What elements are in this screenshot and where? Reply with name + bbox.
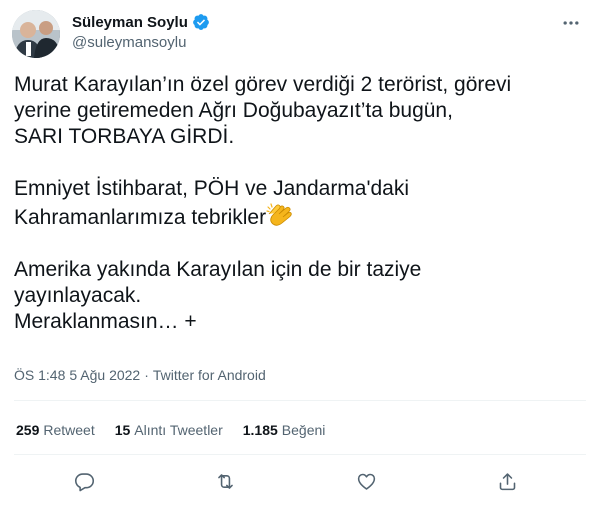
tweet-line: Amerika yakında Karayılan için de bir ta… [14, 258, 422, 281]
avatar[interactable] [12, 10, 60, 58]
retweet-icon [217, 473, 233, 489]
tweet-card: Süleyman Soylu @suleymansoylu Murat Kara… [0, 0, 600, 506]
quotes-label: Alıntı Tweetler [134, 422, 223, 438]
likes-label: Beğeni [281, 422, 326, 438]
tweet-text: Murat Karayılan’ın özel görev verdiği 2 … [14, 72, 574, 335]
likes-stat[interactable]: 1.185 Beğeni [243, 422, 326, 438]
tweet-source-link[interactable]: Twitter for Android [153, 367, 266, 383]
reply-button[interactable] [71, 468, 97, 494]
tweet-line: Meraklanmasın… + [14, 310, 197, 333]
tweet-line: Murat Karayılan’ın özel görev verdiği 2 … [14, 73, 512, 96]
tweet-line-with-emoji: Kahramanlarımıza tebrikler [14, 202, 574, 231]
tweet-meta: ÖS 1:48 5 Ağu 2022 · Twitter for Android [14, 367, 266, 383]
quotes-count: 15 [114, 422, 131, 438]
meta-separator: · [144, 367, 149, 383]
tweet-line: yayınlayacak. [14, 284, 142, 307]
share-icon [499, 472, 515, 490]
tweet-line-text: Kahramanlarımıza tebrikler [14, 206, 267, 229]
like-icon [357, 473, 375, 490]
like-button[interactable] [353, 468, 379, 494]
user-handle[interactable]: @suleymansoylu [72, 34, 210, 51]
retweets-stat[interactable]: 259 Retweet [16, 422, 95, 438]
tweet-line: yerine getiremeden Ağrı Doğubayazıt’ta b… [14, 99, 453, 122]
tweet-date-link[interactable]: 5 Ağu 2022 [69, 367, 140, 383]
verified-badge-icon [192, 14, 209, 30]
more-options-button[interactable] [560, 12, 582, 34]
tweet-paragraph: Amerika yakında Karayılan için de bir ta… [14, 257, 574, 335]
profile-photo-icon [12, 10, 60, 58]
display-name-row: Süleyman Soylu [72, 12, 210, 32]
divider [14, 400, 586, 401]
clapping-hands-icon [266, 203, 292, 226]
tweet-paragraph: Murat Karayılan’ın özel görev verdiği 2 … [14, 72, 574, 150]
author-block: Süleyman Soylu @suleymansoylu [72, 12, 210, 51]
quotes-stat[interactable]: 15 Alıntı Tweetler [115, 422, 223, 438]
tweet-paragraph: Emniyet İstihbarat, PÖH ve Jandarma'daki… [14, 176, 574, 231]
tweet-time-link[interactable]: ÖS 1:48 [14, 367, 65, 383]
retweets-count: 259 [16, 422, 40, 438]
likes-count: 1.185 [242, 422, 278, 438]
tweet-stats: 259 Retweet 15 Alıntı Tweetler 1.185 Beğ… [16, 422, 325, 438]
retweets-label: Retweet [43, 422, 95, 438]
tweet-actions [0, 468, 600, 494]
tweet-line: SARI TORBAYA GİRDİ. [14, 125, 235, 148]
share-button[interactable] [494, 468, 520, 494]
reply-icon [74, 472, 94, 491]
display-name[interactable]: Süleyman Soylu [72, 14, 188, 31]
more-horizontal-icon [563, 21, 579, 25]
retweet-button[interactable] [212, 468, 238, 494]
tweet-line: Emniyet İstihbarat, PÖH ve Jandarma'daki [14, 177, 410, 200]
divider [14, 454, 586, 455]
